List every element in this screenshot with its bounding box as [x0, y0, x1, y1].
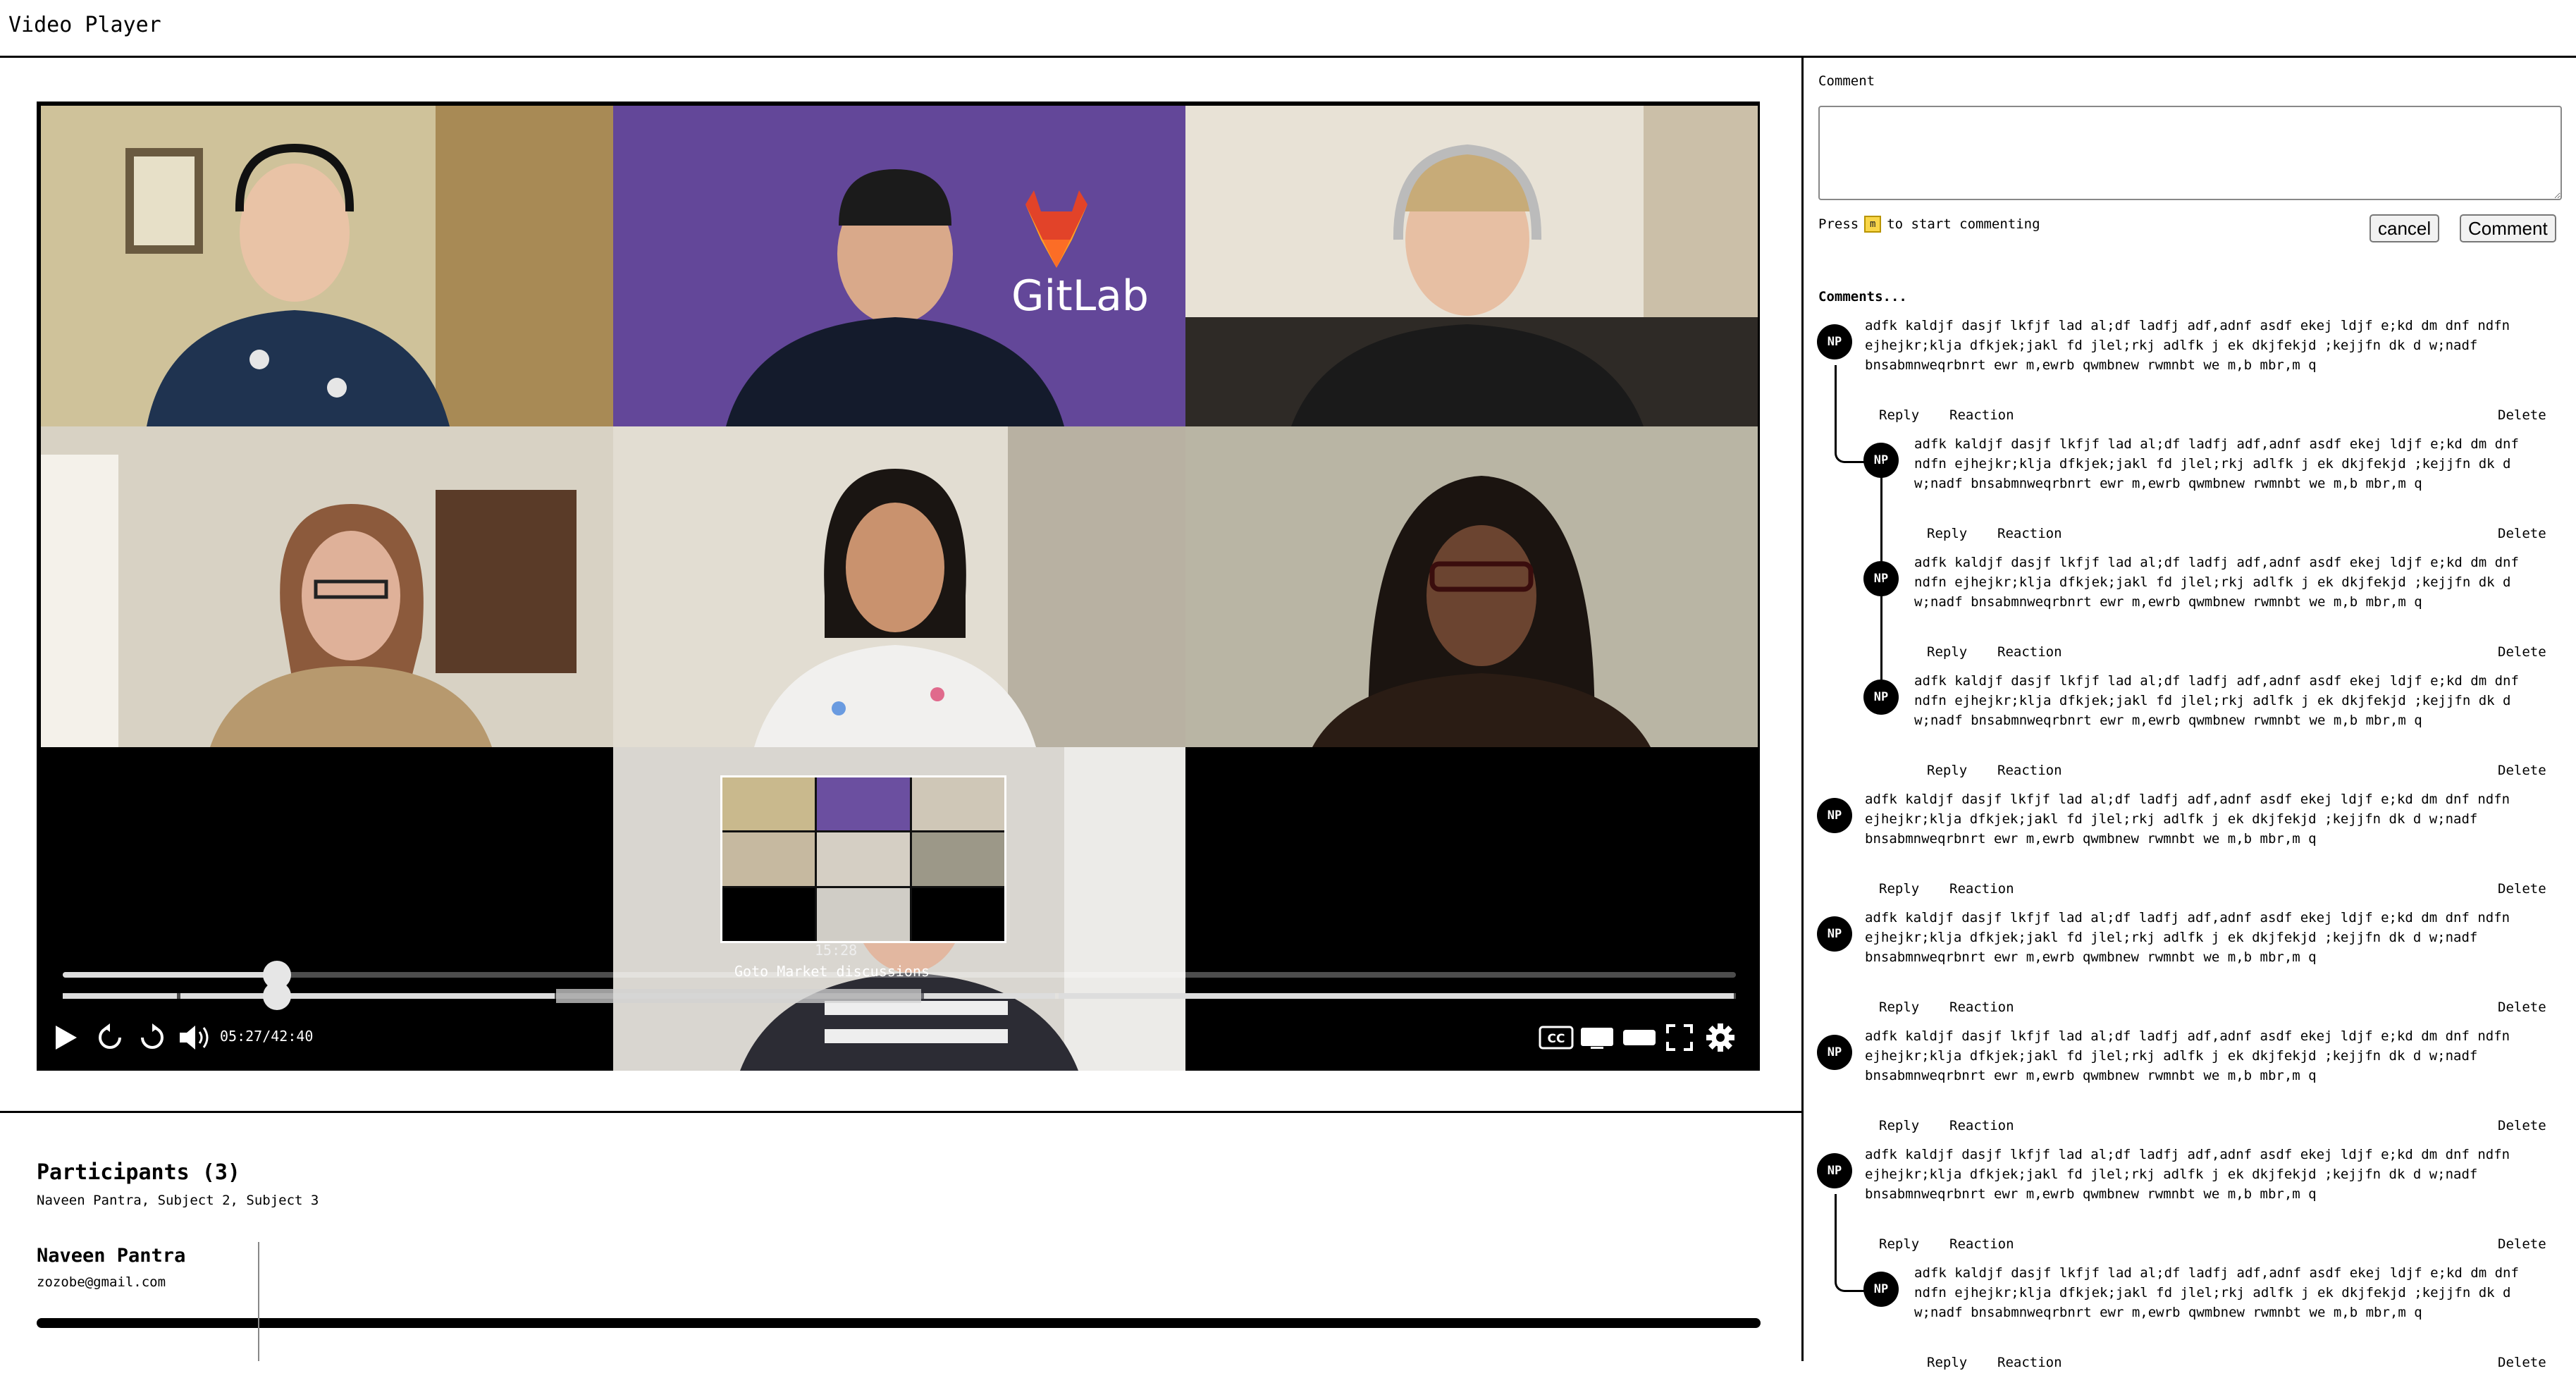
- comment-text-line: adfk kaldjf dasjf lkfjf lad al;df ladfj …: [1865, 792, 2510, 807]
- comment-text-line: w;nadf bnsabmnweqrbnrt ewr m,ewrb qwmbne…: [1914, 713, 2422, 728]
- delete-button[interactable]: Delete: [2498, 644, 2546, 660]
- app-header: Video Player: [0, 0, 2576, 58]
- avatar: NP: [1817, 916, 1852, 952]
- reply-button[interactable]: Reply: [1927, 644, 1967, 660]
- thread-connector: [1835, 365, 1865, 463]
- reaction-button[interactable]: Reaction: [1949, 407, 2014, 423]
- comment-text: adfk kaldjf dasjf lkfjf lad al;df ladfj …: [1914, 671, 2519, 730]
- comment-text-line: ndfn ejhejkr;klja dfkjek;jakl fd jlel;rk…: [1914, 693, 2511, 708]
- delete-button[interactable]: Delete: [2498, 1355, 2546, 1370]
- reply-button[interactable]: Reply: [1879, 1118, 1919, 1133]
- reply-button[interactable]: Reply: [1927, 526, 1967, 541]
- hint-prefix: Press: [1818, 216, 1859, 232]
- reaction-button[interactable]: Reaction: [1949, 881, 2014, 897]
- comment-text-line: bnsabmnweqrbnrt ewr m,ewrb qwmbnew rwmnb…: [1865, 1186, 2317, 1202]
- avatar: NP: [1863, 679, 1899, 715]
- comment-text-line: adfk kaldjf dasjf lkfjf lad al;df ladfj …: [1865, 1147, 2510, 1162]
- comment-text-line: w;nadf bnsabmnweqrbnrt ewr m,ewrb qwmbne…: [1914, 476, 2422, 491]
- delete-button[interactable]: Delete: [2498, 526, 2546, 541]
- comment-text-line: ejhejkr;klja dfkjek;jakl fd jlel;rkj adl…: [1865, 1048, 2478, 1064]
- comment-item: NP adfk kaldjf dasjf lkfjf lad al;df ladf…: [0, 318, 2576, 443]
- comment-text: adfk kaldjf dasjf lkfjf lad al;df ladfj …: [1865, 1026, 2510, 1085]
- comment-text-line: ejhejkr;klja dfkjek;jakl fd jlel;rkj adl…: [1865, 930, 2478, 945]
- avatar: NP: [1817, 1153, 1852, 1188]
- comment-text-line: adfk kaldjf dasjf lkfjf lad al;df ladfj …: [1865, 1028, 2510, 1044]
- comment-text-line: w;nadf bnsabmnweqrbnrt ewr m,ewrb qwmbne…: [1914, 594, 2422, 610]
- comment-text-line: w;nadf bnsabmnweqrbnrt ewr m,ewrb qwmbne…: [1914, 1305, 2422, 1320]
- reaction-button[interactable]: Reaction: [1949, 1118, 2014, 1133]
- delete-button[interactable]: Delete: [2498, 1118, 2546, 1133]
- thread-line: [1880, 579, 1882, 679]
- reaction-button[interactable]: Reaction: [1997, 644, 2062, 660]
- comment-item: NP adfk kaldjf dasjf lkfjf lad al;df ladf…: [0, 1028, 2576, 1153]
- comment-text-line: ejhejkr;klja dfkjek;jakl fd jlel;rkj adl…: [1865, 338, 2478, 353]
- reply-button[interactable]: Reply: [1927, 1355, 1967, 1370]
- comment-reply: NP adfk kaldjf dasjf lkfjf lad al;df ladf…: [0, 673, 2576, 798]
- comment-text-line: adfk kaldjf dasjf lkfjf lad al;df ladfj …: [1865, 318, 2510, 333]
- reply-button[interactable]: Reply: [1879, 1000, 1919, 1015]
- comment-text: adfk kaldjf dasjf lkfjf lad al;df ladfj …: [1865, 316, 2510, 375]
- app-title: Video Player: [8, 13, 161, 37]
- comment-reply: NP adfk kaldjf dasjf lkfjf lad al;df ladf…: [0, 555, 2576, 679]
- avatar: NP: [1817, 1035, 1852, 1070]
- delete-button[interactable]: Delete: [2498, 1236, 2546, 1252]
- reaction-button[interactable]: Reaction: [1949, 1000, 2014, 1015]
- comment-item: NP adfk kaldjf dasjf lkfjf lad al;df ladf…: [0, 910, 2576, 1035]
- comment-text-line: ejhejkr;klja dfkjek;jakl fd jlel;rkj adl…: [1865, 811, 2478, 827]
- comments-header: Comments...: [1818, 289, 1907, 305]
- comment-text-line: bnsabmnweqrbnrt ewr m,ewrb qwmbnew rwmnb…: [1865, 949, 2317, 965]
- comment-text-line: adfk kaldjf dasjf lkfjf lad al;df ladfj …: [1914, 1265, 2519, 1281]
- comment-text-line: ndfn ejhejkr;klja dfkjek;jakl fd jlel;rk…: [1914, 456, 2511, 472]
- comment-item: NP adfk kaldjf dasjf lkfjf lad al;df ladf…: [0, 1147, 2576, 1272]
- reaction-button[interactable]: Reaction: [1997, 1355, 2062, 1370]
- delete-button[interactable]: Delete: [2498, 763, 2546, 778]
- comment-label: Comment: [1818, 73, 1875, 89]
- avatar: NP: [1817, 798, 1852, 833]
- delete-button[interactable]: Delete: [2498, 407, 2546, 423]
- comment-text-line: ejhejkr;klja dfkjek;jakl fd jlel;rkj adl…: [1865, 1167, 2478, 1182]
- comment-text-line: adfk kaldjf dasjf lkfjf lad al;df ladfj …: [1865, 910, 2510, 925]
- comment-text-line: adfk kaldjf dasjf lkfjf lad al;df ladfj …: [1914, 436, 2519, 452]
- comment-item: NP adfk kaldjf dasjf lkfjf lad al;df ladf…: [0, 792, 2576, 916]
- comment-text-line: bnsabmnweqrbnrt ewr m,ewrb qwmbnew rwmnb…: [1865, 1068, 2317, 1083]
- comment-text-line: adfk kaldjf dasjf lkfjf lad al;df ladfj …: [1914, 673, 2519, 689]
- comment-text: adfk kaldjf dasjf lkfjf lad al;df ladfj …: [1914, 553, 2519, 612]
- avatar: NP: [1863, 1272, 1899, 1307]
- comment-reply: NP adfk kaldjf dasjf lkfjf lad al;df ladf…: [0, 1265, 2576, 1390]
- thread-line: [1880, 461, 1882, 561]
- comment-text: adfk kaldjf dasjf lkfjf lad al;df ladfj …: [1865, 1145, 2510, 1204]
- shortcut-key-badge: m: [1864, 216, 1882, 233]
- reply-button[interactable]: Reply: [1879, 1236, 1919, 1252]
- thread-connector: [1835, 1194, 1865, 1292]
- avatar: NP: [1817, 324, 1852, 359]
- submit-comment-button[interactable]: Comment: [2460, 214, 2556, 242]
- reply-button[interactable]: Reply: [1879, 407, 1919, 423]
- comment-text: adfk kaldjf dasjf lkfjf lad al;df ladfj …: [1865, 789, 2510, 849]
- comment-reply: NP adfk kaldjf dasjf lkfjf lad al;df ladf…: [0, 436, 2576, 561]
- comment-text: adfk kaldjf dasjf lkfjf lad al;df ladfj …: [1914, 434, 2519, 493]
- reply-button[interactable]: Reply: [1927, 763, 1967, 778]
- comment-hint: Press m to start commenting: [1818, 216, 2040, 233]
- reply-button[interactable]: Reply: [1879, 881, 1919, 897]
- comment-text-line: ndfn ejhejkr;klja dfkjek;jakl fd jlel;rk…: [1914, 574, 2511, 590]
- comment-text: adfk kaldjf dasjf lkfjf lad al;df ladfj …: [1865, 908, 2510, 967]
- comment-text-line: bnsabmnweqrbnrt ewr m,ewrb qwmbnew rwmnb…: [1865, 831, 2317, 847]
- cancel-button[interactable]: cancel: [2369, 214, 2440, 242]
- gitlab-logo-text: GitLab: [1011, 271, 1149, 321]
- reaction-button[interactable]: Reaction: [1997, 526, 2062, 541]
- comment-text-line: adfk kaldjf dasjf lkfjf lad al;df ladfj …: [1914, 555, 2519, 570]
- comment-text-line: bnsabmnweqrbnrt ewr m,ewrb qwmbnew rwmnb…: [1865, 357, 2317, 373]
- reaction-button[interactable]: Reaction: [1997, 763, 2062, 778]
- comment-input[interactable]: [1818, 106, 2562, 200]
- comment-text: adfk kaldjf dasjf lkfjf lad al;df ladfj …: [1914, 1263, 2519, 1322]
- hint-suffix: to start commenting: [1887, 216, 2040, 232]
- delete-button[interactable]: Delete: [2498, 881, 2546, 897]
- delete-button[interactable]: Delete: [2498, 1000, 2546, 1015]
- reaction-button[interactable]: Reaction: [1949, 1236, 2014, 1252]
- comment-text-line: ndfn ejhejkr;klja dfkjek;jakl fd jlel;rk…: [1914, 1285, 2511, 1300]
